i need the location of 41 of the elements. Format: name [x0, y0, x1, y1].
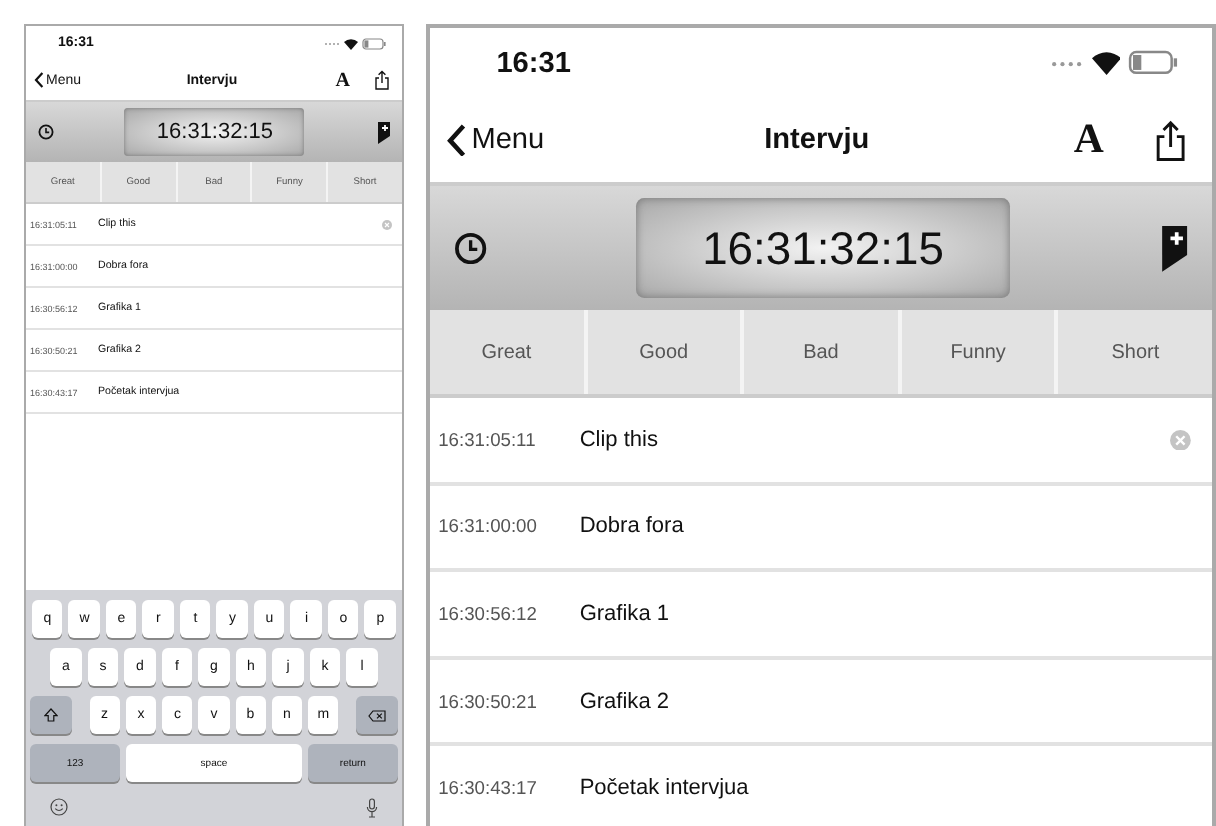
- clip-title: Početak intervjua: [579, 776, 751, 801]
- chevron-left-icon: [446, 123, 468, 157]
- microphone-icon[interactable]: [365, 798, 378, 818]
- timecode-display: 16:31:32:15: [635, 198, 1011, 299]
- shift-key[interactable]: [29, 696, 72, 734]
- font-button[interactable]: A: [335, 69, 350, 91]
- chevron-left-icon: [34, 72, 44, 88]
- tag-button[interactable]: Good: [587, 310, 745, 394]
- timecode-display: 16:31:32:15: [124, 108, 305, 156]
- tag-button[interactable]: Great: [429, 310, 588, 394]
- back-button[interactable]: Menu: [446, 123, 694, 157]
- screen-title: Intervju: [762, 124, 872, 157]
- clip-title: Dobra fora: [579, 514, 686, 539]
- wifi-icon: [1091, 50, 1121, 76]
- battery-icon: [1128, 50, 1179, 76]
- bookmark-plus-icon[interactable]: [375, 121, 390, 143]
- emoji-icon[interactable]: [50, 798, 68, 816]
- share-icon[interactable]: [373, 70, 390, 90]
- share-icon[interactable]: [1153, 119, 1188, 162]
- clock-icon[interactable]: [454, 231, 489, 265]
- clip-title: Grafika 1: [579, 601, 672, 626]
- font-button[interactable]: A: [1073, 116, 1104, 165]
- tag-button[interactable]: Short: [1058, 310, 1212, 394]
- backspace-key[interactable]: [356, 696, 398, 734]
- clip-time: 16:30:56:12: [436, 603, 539, 624]
- tag-button[interactable]: Bad: [744, 310, 902, 394]
- wifi-icon: [343, 37, 358, 49]
- clock-icon[interactable]: [38, 124, 54, 140]
- tag-button[interactable]: Funny: [901, 310, 1059, 394]
- shift-icon: [43, 708, 58, 722]
- signal-icon: [1049, 59, 1084, 68]
- backspace-icon: [368, 709, 387, 721]
- clip-time: 16:30:43:17: [436, 778, 539, 799]
- clip-title-field[interactable]: Clip this: [579, 427, 1171, 452]
- clip-time: 16:30:50:21: [436, 691, 539, 712]
- status-time: 16:31: [496, 47, 571, 80]
- clip-title: Grafika 2: [579, 689, 672, 714]
- battery-icon: [361, 37, 386, 49]
- clip-time: 16:31:00:00: [436, 516, 539, 537]
- clip-time: 16:31:05:11: [436, 429, 538, 450]
- bookmark-plus-icon[interactable]: [1157, 225, 1188, 272]
